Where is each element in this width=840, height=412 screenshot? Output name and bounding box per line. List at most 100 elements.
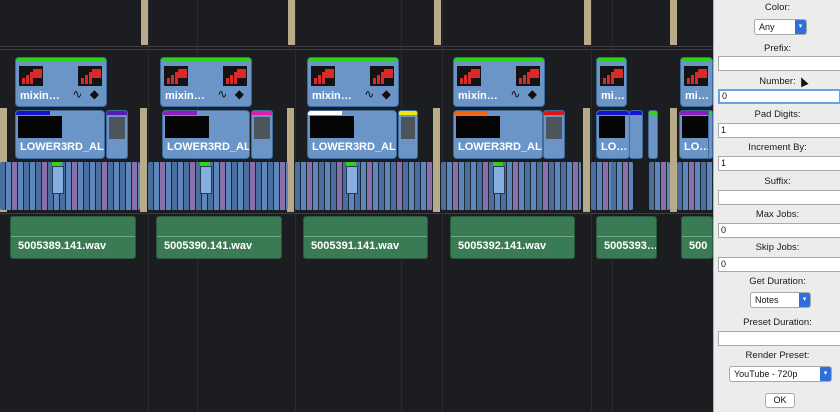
- mixer-clip[interactable]: mixin… ∿ ◆: [307, 57, 399, 107]
- suffix-input[interactable]: [718, 190, 840, 205]
- video-clip-strip[interactable]: [611, 162, 633, 210]
- lower-third-label: LO…: [601, 141, 628, 153]
- max-jobs-label: Max Jobs:: [755, 209, 800, 220]
- clip-thumbnail: [456, 116, 500, 138]
- clip-color-bar: [597, 58, 626, 62]
- lower-third-label: LOWER3RD_AL…: [20, 141, 104, 153]
- ok-button[interactable]: OK: [765, 393, 795, 408]
- audio-clip[interactable]: 5005391.141.wav: [303, 216, 428, 259]
- number-input[interactable]: 0: [718, 89, 840, 104]
- get-duration-label: Get Duration:: [749, 276, 806, 287]
- video-clip-strip[interactable]: [677, 162, 713, 210]
- waveform-line: [11, 236, 135, 237]
- render-preset-select-value: YouTube - 720p: [734, 369, 798, 379]
- skip-jobs-input[interactable]: 0: [718, 257, 840, 272]
- chevron-down-icon: ▾: [795, 20, 806, 34]
- mixer-clip-label: mixin…: [458, 90, 498, 102]
- audio-clip[interactable]: 5005393…: [596, 216, 657, 259]
- lower-third-clip[interactable]: LOWER3RD_AL…: [307, 110, 397, 159]
- mixer-clip-label: mixin…: [165, 90, 205, 102]
- render-settings-panel: Color: Any ▾ Prefix: Number: 0 Pad Digit…: [713, 0, 840, 412]
- get-duration-select[interactable]: Notes ▾: [750, 292, 811, 308]
- mixer-clip[interactable]: mi…: [596, 57, 627, 107]
- waveform-line: [451, 236, 574, 237]
- selected-segment: [200, 166, 212, 194]
- track-gap[interactable]: [433, 108, 440, 212]
- pad-digits-input[interactable]: 1: [718, 123, 840, 138]
- track-gap[interactable]: [583, 108, 590, 212]
- timeline[interactable]: mixin… ∿ ◆ mixin… ∿ ◆ mixin… ∿ ◆ mixin… ∿ ◆ mi… m…: [0, 0, 713, 412]
- mixer-clip[interactable]: mixin… ∿ ◆: [160, 57, 252, 107]
- mixer-clip-label: mixin…: [312, 90, 352, 102]
- record-indicator: [237, 69, 246, 78]
- graphics-clip[interactable]: [251, 110, 273, 159]
- wave-keyframe-icon: ∿ ◆: [72, 87, 101, 101]
- clip-color-tag: [454, 111, 488, 115]
- lower-third-clip[interactable]: LOWER3RD_AL…: [15, 110, 105, 159]
- clip-color-tag: [630, 111, 642, 115]
- track-divider: [0, 213, 713, 214]
- track-gap[interactable]: [140, 108, 147, 212]
- video-track-gap[interactable]: [670, 0, 677, 45]
- clip-thumbnail: [165, 116, 209, 138]
- track-gap[interactable]: [670, 108, 677, 212]
- graphics-clip[interactable]: [543, 110, 565, 159]
- video-track-gap[interactable]: [141, 0, 148, 45]
- chevron-down-icon: ▾: [799, 293, 810, 307]
- level-meter-icon: [600, 66, 624, 86]
- render-preset-label: Render Preset:: [745, 350, 810, 361]
- prefix-input[interactable]: [718, 56, 840, 71]
- max-jobs-input[interactable]: 0: [718, 223, 840, 238]
- clip-color-bar: [308, 58, 398, 62]
- level-meter-icon: [516, 66, 540, 86]
- video-track-gap[interactable]: [584, 0, 591, 45]
- mixer-clip-label: mixin…: [20, 90, 60, 102]
- wave-keyframe-icon: ∿ ◆: [364, 87, 393, 101]
- increment-input[interactable]: 1: [718, 156, 840, 171]
- audio-clip[interactable]: 5005392.141.wav: [450, 216, 575, 259]
- audio-clip[interactable]: 5005390.141.wav: [156, 216, 282, 259]
- audio-clip[interactable]: 500: [681, 216, 713, 259]
- lower-third-clip[interactable]: LOWER3RD_AL…: [453, 110, 543, 159]
- mixer-clip[interactable]: mi…: [680, 57, 713, 107]
- skip-jobs-label: Skip Jobs:: [755, 242, 800, 253]
- color-label: Color:: [764, 2, 791, 13]
- mixer-clip[interactable]: mixin… ∿ ◆: [453, 57, 545, 107]
- video-clip-strip[interactable]: [148, 162, 288, 210]
- audio-clip-label: 500: [689, 240, 708, 252]
- video-track-gap[interactable]: [434, 0, 441, 45]
- get-duration-select-value: Notes: [755, 295, 779, 305]
- render-preset-select[interactable]: YouTube - 720p ▾: [729, 366, 832, 382]
- record-indicator: [325, 69, 334, 78]
- waveform-line: [157, 236, 281, 237]
- audio-clip[interactable]: 5005389.141.wav: [10, 216, 136, 259]
- lower-third-clip[interactable]: LO…: [596, 110, 630, 159]
- color-select[interactable]: Any ▾: [754, 19, 807, 35]
- video-track-gap[interactable]: [288, 0, 295, 45]
- lower-third-label: LOWER3RD_AL…: [312, 141, 396, 153]
- graphics-clip[interactable]: [629, 110, 643, 159]
- video-clip-strip[interactable]: [0, 162, 140, 210]
- lower-third-label: LO…: [684, 141, 711, 153]
- clip-color-bar: [16, 58, 106, 62]
- record-indicator: [33, 69, 42, 78]
- suffix-label: Suffix:: [764, 176, 791, 187]
- video-clip-strip[interactable]: [295, 162, 433, 210]
- clip-thumbnail: [254, 117, 270, 139]
- graphics-clip[interactable]: [106, 110, 128, 159]
- graphics-clip[interactable]: [648, 110, 658, 159]
- lower-third-clip[interactable]: LOWER3RD_AL…: [162, 110, 250, 159]
- clip-color-bar: [161, 58, 251, 62]
- video-clip-strip[interactable]: [441, 162, 581, 210]
- wave-keyframe-icon: ∿ ◆: [510, 87, 539, 101]
- graphics-clip[interactable]: [398, 110, 418, 159]
- video-clip-strip[interactable]: [649, 162, 670, 210]
- selected-segment: [52, 166, 64, 194]
- track-gap[interactable]: [287, 108, 294, 212]
- preset-duration-input[interactable]: [718, 331, 840, 346]
- mixer-clip[interactable]: mixin… ∿ ◆: [15, 57, 107, 107]
- selected-segment: [346, 166, 358, 194]
- clip-thumbnail: [546, 117, 562, 139]
- preset-duration-label: Preset Duration:: [743, 317, 812, 328]
- record-indicator: [384, 69, 393, 78]
